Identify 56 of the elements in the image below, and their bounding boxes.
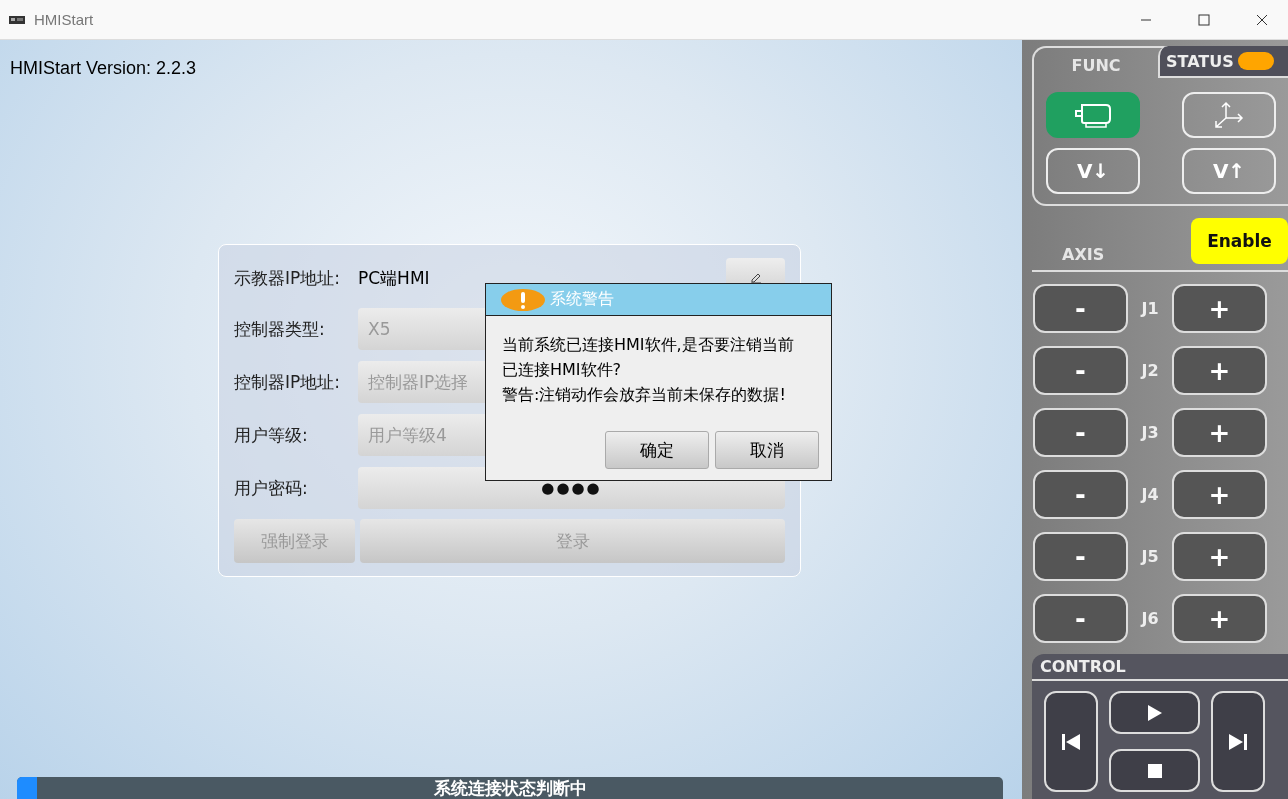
jog-plus-button[interactable]: + xyxy=(1172,408,1267,457)
field-label: 控制器IP地址: xyxy=(234,370,341,394)
axes-icon xyxy=(1212,100,1246,130)
field-value: PC端HMI xyxy=(358,266,431,290)
skip-back-icon xyxy=(1062,733,1080,750)
axis-title: AXIS xyxy=(1061,245,1105,264)
joint-label: J5 xyxy=(1139,547,1160,566)
enable-button[interactable]: Enable xyxy=(1191,218,1288,264)
jog-minus-button[interactable]: - xyxy=(1033,346,1128,395)
joint-label: J3 xyxy=(1139,423,1160,442)
dialog-title: 系统警告 xyxy=(550,289,614,310)
control-title: CONTROL xyxy=(1032,654,1288,681)
field-label: 控制器类型: xyxy=(234,317,326,341)
play-button[interactable] xyxy=(1109,691,1200,734)
dialog-message: 当前系统已连接HMI软件,是否要注销当前已连接HMI软件? xyxy=(501,334,795,381)
joint-label: J2 xyxy=(1139,361,1160,380)
warning-icon xyxy=(500,287,546,312)
skip-forward-icon xyxy=(1229,733,1247,750)
speed-button[interactable]: V↓ xyxy=(1046,148,1140,194)
jog-plus-button[interactable]: + xyxy=(1172,594,1267,643)
jog-minus-button[interactable]: - xyxy=(1033,594,1128,643)
next-button[interactable] xyxy=(1211,691,1265,792)
joint-label: J6 xyxy=(1139,609,1160,628)
jog-plus-button[interactable]: + xyxy=(1172,532,1267,581)
status-indicator xyxy=(1237,52,1274,70)
edit-icon xyxy=(749,272,762,284)
field-label: 用户等级: xyxy=(234,423,309,447)
stop-icon xyxy=(1147,763,1162,778)
jog-minus-button[interactable]: - xyxy=(1033,408,1128,457)
maximize-icon[interactable] xyxy=(1198,13,1210,26)
version-label: HMIStart Version: 2.2.3 xyxy=(9,57,198,79)
previous-button[interactable] xyxy=(1044,691,1098,792)
close-icon[interactable] xyxy=(1256,13,1268,26)
jog-minus-button[interactable]: - xyxy=(1033,470,1128,519)
progress-label: 系统连接状态判断中 xyxy=(433,777,587,799)
app-icon xyxy=(8,13,26,26)
status-title: STATUS xyxy=(1166,51,1234,71)
jog-plus-button[interactable]: + xyxy=(1172,346,1267,395)
jog-plus-button[interactable]: + xyxy=(1172,470,1267,519)
func-title: FUNC xyxy=(1070,55,1122,77)
jog-minus-button[interactable]: - xyxy=(1033,532,1128,581)
motor-icon xyxy=(1072,101,1114,129)
joint-label: J4 xyxy=(1139,485,1160,504)
coordinate-button[interactable] xyxy=(1182,92,1276,138)
joint-label: J1 xyxy=(1139,299,1160,318)
jog-plus-button[interactable]: + xyxy=(1172,284,1267,333)
dialog-warning: 警告:注销动作会放弃当前未保存的数据! xyxy=(501,384,787,406)
stop-button[interactable] xyxy=(1109,749,1200,792)
motor-button[interactable] xyxy=(1046,92,1140,138)
field-label: 用户密码: xyxy=(234,476,309,500)
confirm-button[interactable]: 确定 xyxy=(605,431,709,469)
play-icon xyxy=(1147,704,1162,721)
field-label: 示教器IP地址: xyxy=(234,266,341,290)
jog-minus-button[interactable]: - xyxy=(1033,284,1128,333)
cancel-button[interactable]: 取消 xyxy=(715,431,819,469)
window-title: HMIStart xyxy=(34,11,94,28)
